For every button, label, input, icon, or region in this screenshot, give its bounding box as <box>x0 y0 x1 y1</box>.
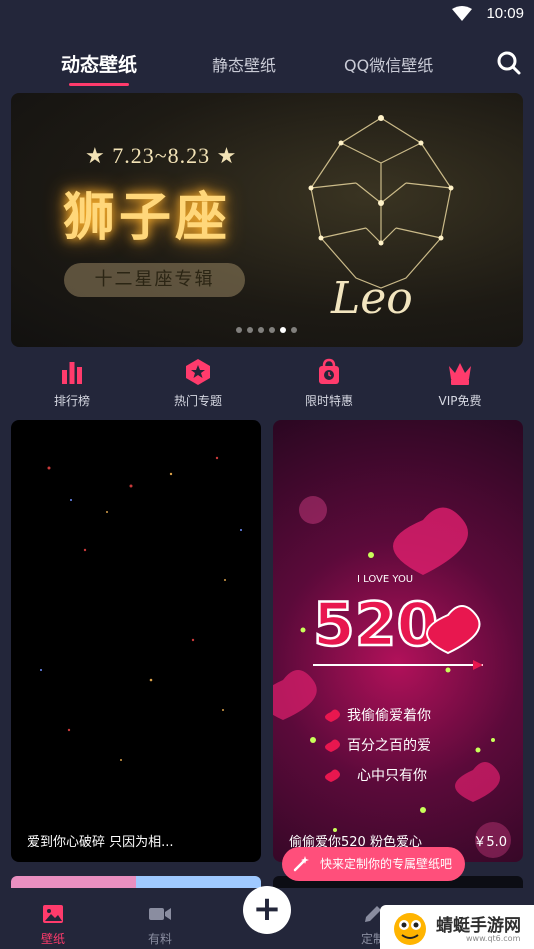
banner-subtitle: 十二星座专辑 <box>64 263 245 297</box>
wallpaper-card[interactable]: I LOVE YOU 520 我偷偷爱着你 百分之百的爱 心中只有你 偷偷爱你5… <box>273 420 523 862</box>
magic-wand-icon <box>293 856 309 872</box>
wallpaper-thumbnail <box>40 456 242 761</box>
bottom-nav-label: 壁纸 <box>40 932 65 946</box>
leo-constellation-icon <box>308 115 454 289</box>
dragonfly-logo-icon <box>394 913 426 945</box>
banner-carousel[interactable]: ★ 7.23~8.23 ★ 狮子座 十二星座专辑 Leo <box>11 93 523 347</box>
add-button[interactable]: + <box>243 886 291 934</box>
quick-nav-vip-free[interactable]: VIP免费 <box>400 358 520 409</box>
svg-text:百分之百的爱: 百分之百的爱 <box>347 738 431 754</box>
quick-nav-hot-topics[interactable]: 热门专题 <box>138 358 258 409</box>
bar-chart-icon <box>62 362 82 384</box>
bottom-nav-label: 有料 <box>147 932 172 946</box>
banner-date: ★ 7.23~8.23 ★ <box>85 143 238 168</box>
svg-text:我偷偷爱着你: 我偷偷爱着你 <box>347 708 431 724</box>
image-icon <box>43 905 63 923</box>
wallpaper-thumbnail: I LOVE YOU 520 我偷偷爱着你 百分之百的爱 心中只有你 <box>273 496 511 858</box>
tab-qq-wechat-wallpaper[interactable]: QQ微信壁纸 <box>344 52 433 76</box>
quick-nav-label: VIP免费 <box>438 394 482 408</box>
svg-text:520: 520 <box>313 590 438 660</box>
status-bar: 10:09 <box>0 0 534 28</box>
watermark-url: www.qt6.com <box>466 934 521 943</box>
wallpaper-card-partial[interactable] <box>11 876 261 888</box>
customize-tooltip[interactable]: 快来定制你的专属壁纸吧 <box>282 847 465 881</box>
quick-nav-ranking[interactable]: 排行榜 <box>12 358 132 409</box>
wifi-icon <box>452 6 472 21</box>
carousel-dot[interactable] <box>291 327 297 333</box>
search-icon[interactable] <box>496 50 522 76</box>
wallpaper-caption: 爱到你心破碎 只因为相... <box>27 835 174 850</box>
banner-leo-text: Leo <box>331 273 413 324</box>
video-camera-icon <box>149 908 171 920</box>
bottom-nav-wallpaper[interactable]: 壁纸 <box>13 902 93 947</box>
star-hexagon-icon <box>186 359 210 385</box>
clock: 10:09 <box>486 5 524 22</box>
timer-bag-icon <box>319 358 339 384</box>
tab-static-wallpaper[interactable]: 静态壁纸 <box>212 52 276 76</box>
bottom-nav-content[interactable]: 有料 <box>120 902 200 947</box>
carousel-dot[interactable] <box>236 327 242 333</box>
plus-icon: + <box>252 889 282 929</box>
svg-text:I LOVE YOU: I LOVE YOU <box>357 574 413 585</box>
carousel-dot[interactable] <box>269 327 275 333</box>
banner-title: 狮子座 <box>63 187 232 248</box>
carousel-dot[interactable] <box>247 327 253 333</box>
quick-nav-label: 排行榜 <box>53 394 90 408</box>
watermark: 蜻蜓手游网 www.qt6.com <box>380 905 534 949</box>
carousel-dot[interactable] <box>258 327 264 333</box>
quick-nav: 排行榜 热门专题 限时特惠 VIP免费 <box>0 358 534 412</box>
svg-text:心中只有你: 心中只有你 <box>357 768 427 784</box>
quick-nav-label: 限时特惠 <box>304 394 353 408</box>
top-tabs: 动态壁纸 静态壁纸 QQ微信壁纸 <box>0 44 534 90</box>
quick-nav-label: 热门专题 <box>173 394 222 408</box>
tab-dynamic-wallpaper[interactable]: 动态壁纸 <box>61 50 137 86</box>
carousel-dot-active[interactable] <box>280 327 286 333</box>
tooltip-label: 快来定制你的专属壁纸吧 <box>320 857 453 871</box>
crown-icon <box>449 363 471 385</box>
quick-nav-limited-offer[interactable]: 限时特惠 <box>269 358 389 409</box>
wallpaper-price: ￥5.0 <box>473 835 507 850</box>
carousel-indicator <box>236 327 297 333</box>
wallpaper-card[interactable]: 爱到你心破碎 只因为相... <box>11 420 261 862</box>
watermark-text: 蜻蜓手游网 <box>436 916 521 936</box>
